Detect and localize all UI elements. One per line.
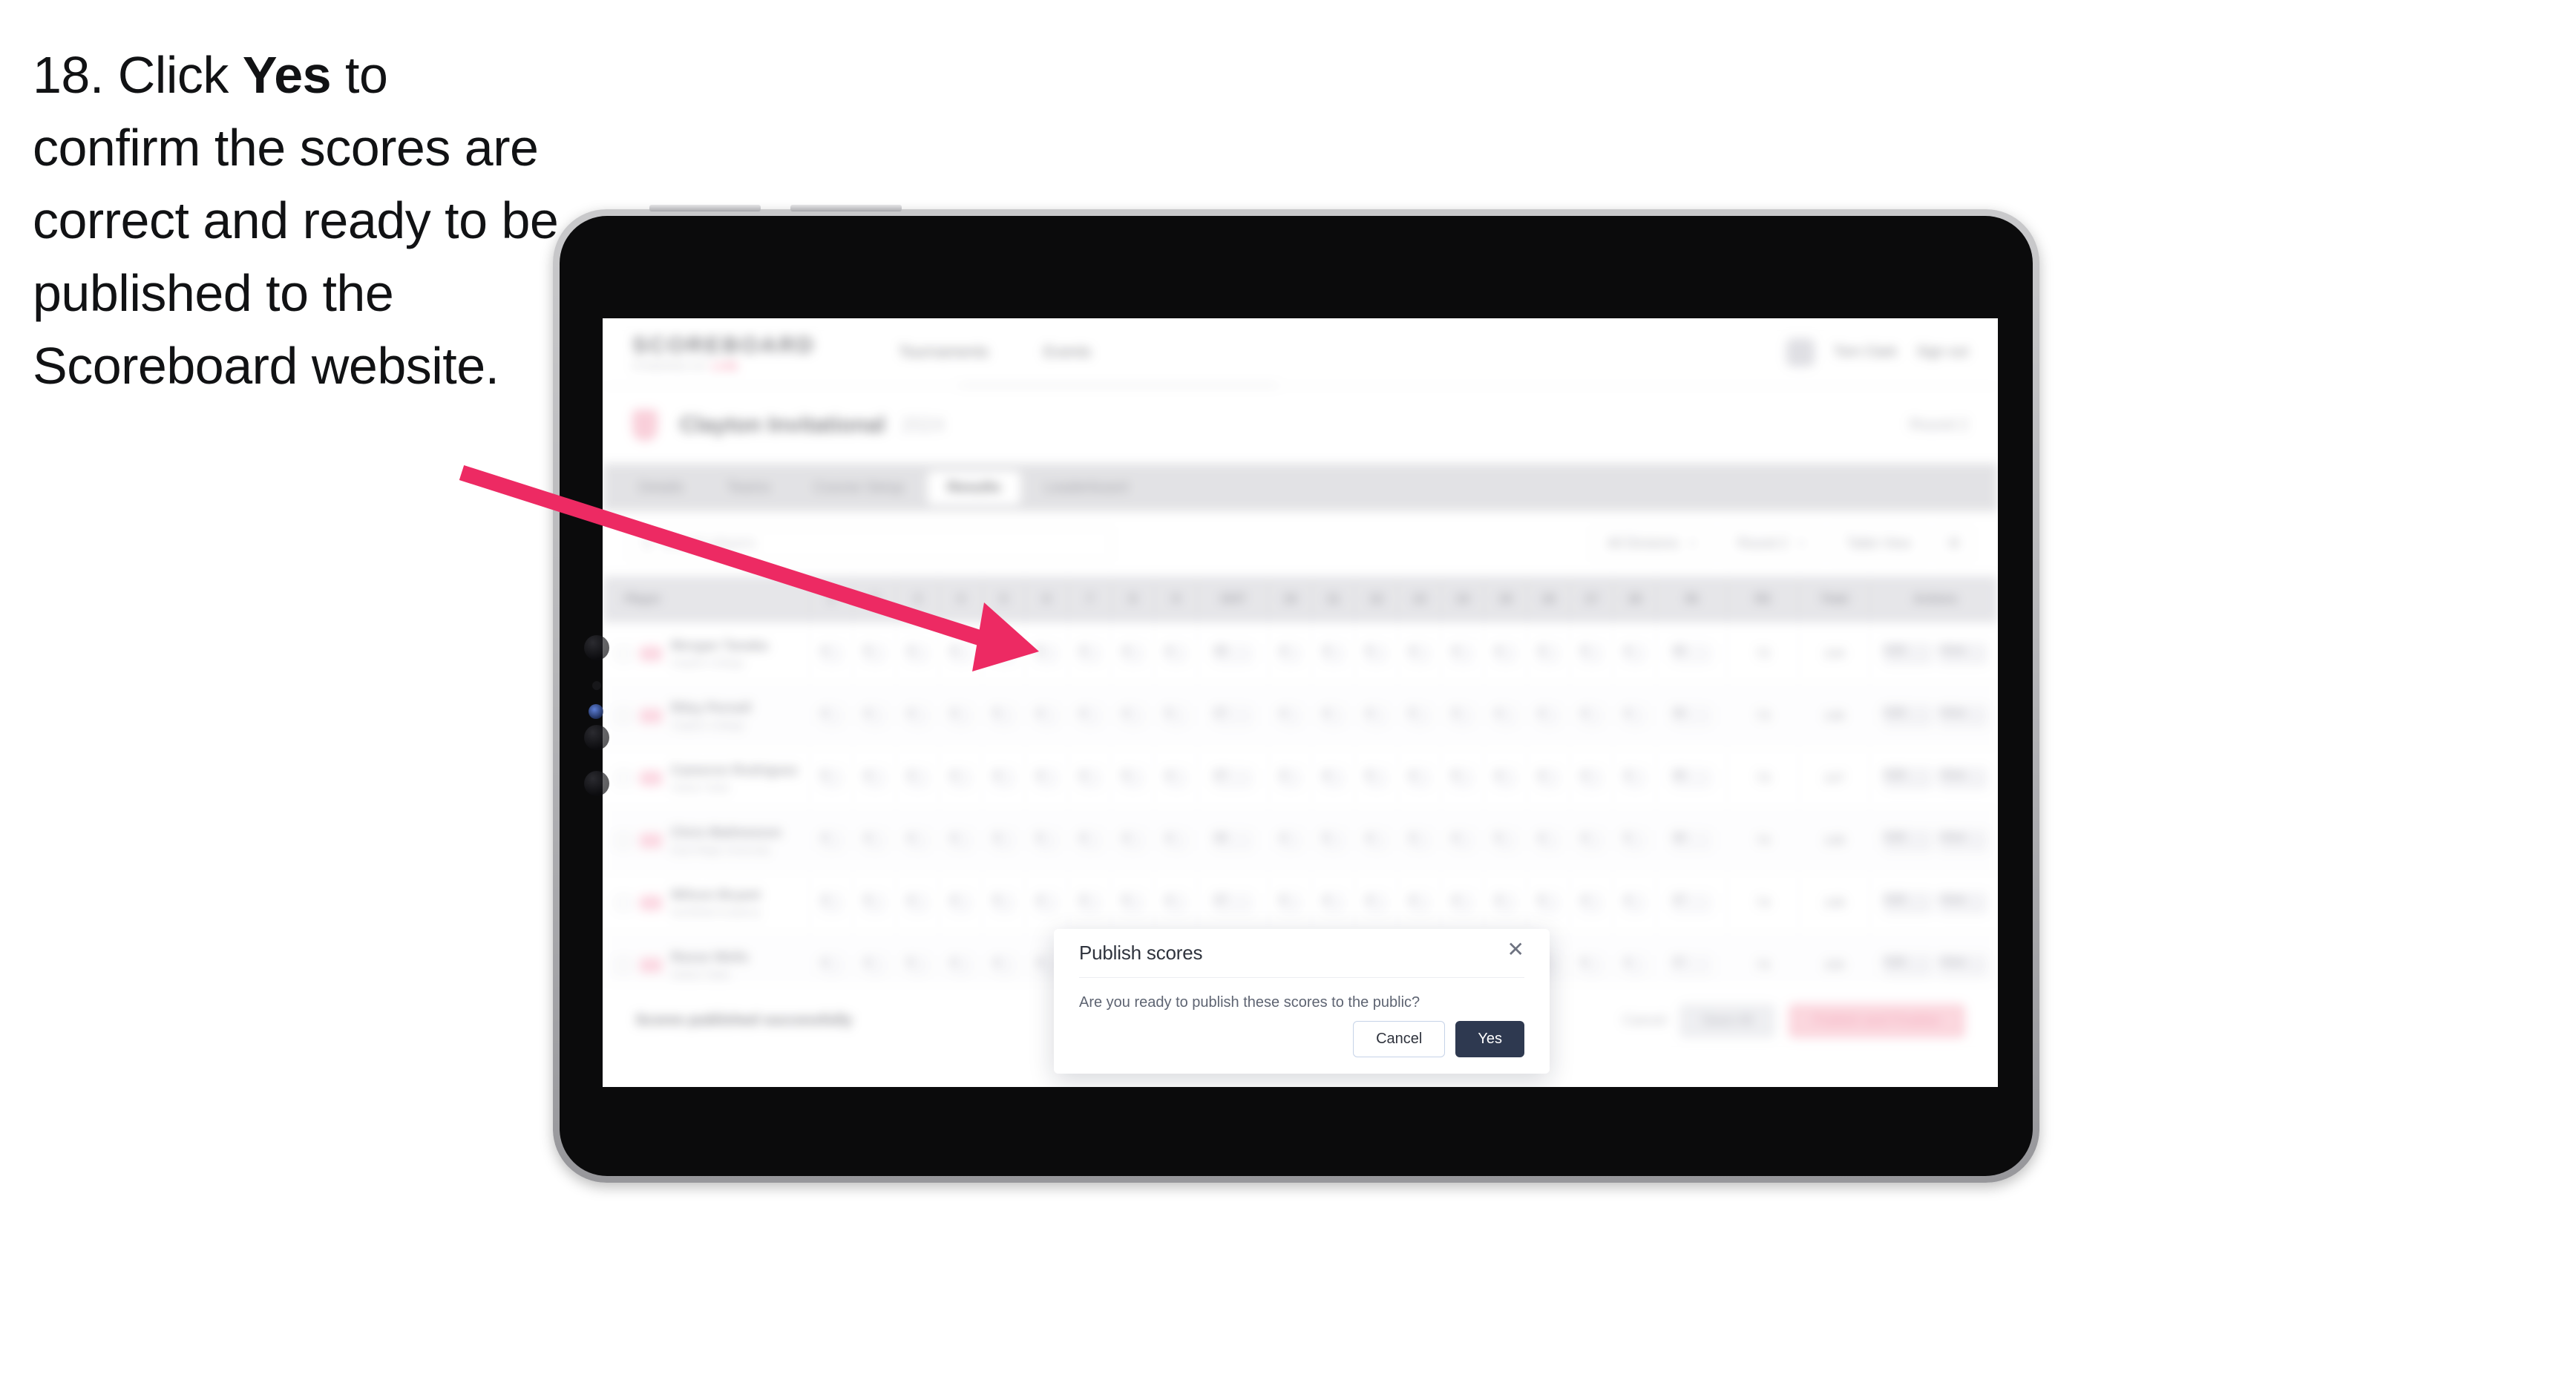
dialog-header: Publish scores ✕: [1079, 929, 1524, 978]
app-screen: SCOREBOARD POWERED BY LIVE Tournaments E…: [603, 318, 1998, 1087]
slide-canvas: 18. Click Yes to confirm the scores are …: [0, 0, 2576, 1386]
dialog-actions: Cancel Yes: [1353, 1021, 1524, 1057]
publish-scores-dialog: Publish scores ✕ Are you ready to publis…: [1054, 929, 1550, 1074]
dialog-body: Are you ready to publish these scores to…: [1079, 978, 1524, 1011]
yes-button[interactable]: Yes: [1455, 1021, 1524, 1057]
instruction-caption: 18. Click Yes to confirm the scores are …: [33, 39, 567, 402]
tablet-device: SCOREBOARD POWERED BY LIVE Tournaments E…: [553, 205, 2039, 1183]
close-icon[interactable]: ✕: [1507, 939, 1524, 960]
caption-prefix: 18. Click: [33, 46, 243, 104]
cancel-button[interactable]: Cancel: [1353, 1021, 1446, 1057]
dialog-title: Publish scores: [1079, 942, 1203, 964]
volume-down-button[interactable]: [790, 205, 902, 211]
caption-bold-yes: Yes: [242, 46, 332, 104]
volume-up-button[interactable]: [649, 205, 761, 211]
sensor-icon: [592, 681, 601, 690]
tablet-screen-frame: SCOREBOARD POWERED BY LIVE Tournaments E…: [560, 216, 2033, 1176]
flash-icon: [589, 704, 603, 719]
dialog-message: Are you ready to publish these scores to…: [1079, 994, 1420, 1011]
